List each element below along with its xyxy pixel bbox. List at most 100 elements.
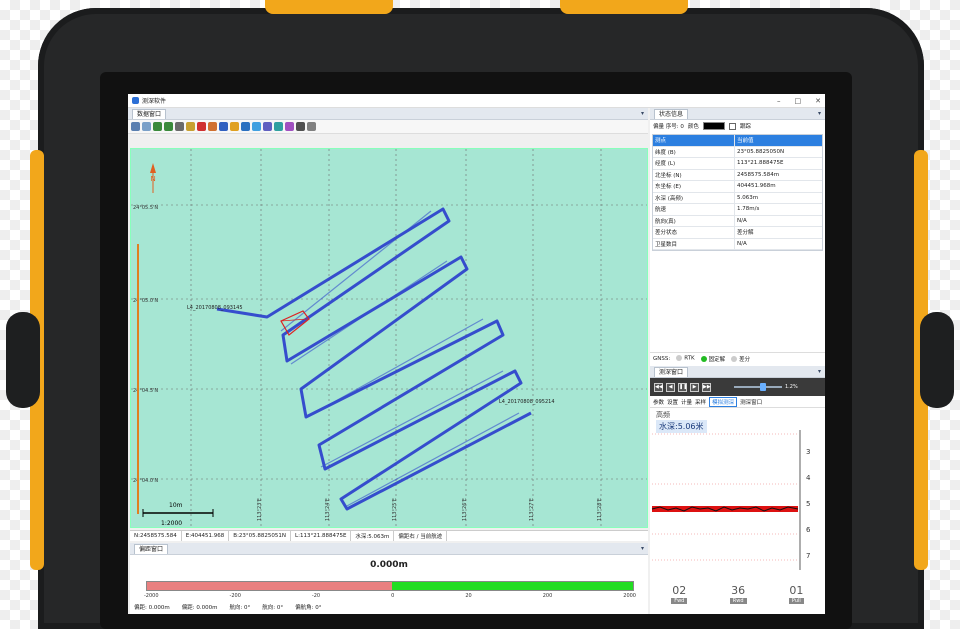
sounder-tab[interactable]: 参数 <box>653 398 664 406</box>
sounder-tab[interactable]: 采样 <box>695 398 706 406</box>
sounder-tab[interactable]: 测深窗口 <box>740 398 762 406</box>
settings-icon[interactable] <box>285 122 294 131</box>
deviation-info: 偏距: 0.000m 偏距: 0.000m 航向: 0° 航向: 0° 偏航角:… <box>134 603 322 611</box>
layer-icon[interactable] <box>230 122 239 131</box>
track-checkbox[interactable] <box>728 122 736 130</box>
row-key: 航速 <box>653 204 735 215</box>
select-tool-icon[interactable] <box>131 122 140 131</box>
zoom-in-icon[interactable] <box>153 122 162 131</box>
counter-fwd[interactable]: 02 Fwd <box>671 584 688 614</box>
table-row[interactable]: 测点 当前值 <box>653 135 822 147</box>
deviation-tick: 0 <box>391 593 395 599</box>
map-status-bar: N:2458575.584 E:404451.968 B:23°05.88250… <box>130 530 648 541</box>
echogram: 高频 水深:5.06米 3 4 5 6 7 <box>650 410 825 586</box>
deviation-ticks: -2000 -200 -20 0 20 200 2000 <box>144 593 636 599</box>
depth-axis-tick: 4 <box>806 474 811 482</box>
marker-icon[interactable] <box>197 122 206 131</box>
hand-strap-knob-right <box>920 312 954 408</box>
table-row[interactable]: 差分状态 差分解 <box>653 227 822 239</box>
depth-axis-tick: 3 <box>806 448 810 456</box>
rewind-button[interactable]: ◀◀ <box>654 382 663 392</box>
depth-axis-tick: 5 <box>806 500 810 508</box>
props-options: 偏量 序号: 0 颜色 跟踪 <box>650 120 825 132</box>
measure-icon[interactable] <box>186 122 195 131</box>
counter-value: 01 <box>789 584 804 597</box>
row-key: 东坐标 (E) <box>653 181 735 192</box>
line-icon[interactable] <box>219 122 228 131</box>
lat-label: 24°05.0'N <box>133 298 158 304</box>
tab-status-info[interactable]: 状态信息 <box>654 108 689 119</box>
lon-label: 113°25'E <box>392 498 398 521</box>
table-row[interactable]: 航速 1.78m/s <box>653 204 822 216</box>
prev-button[interactable]: ◀ <box>666 382 675 392</box>
table-row[interactable]: 经度 (L) 113°21.888475E <box>653 158 822 170</box>
forward-button[interactable]: ▶▶ <box>702 382 711 392</box>
zoom-extent-icon[interactable] <box>175 122 184 131</box>
status-north: N:2458575.584 <box>130 531 182 541</box>
row-key: 测点 <box>653 135 735 146</box>
deviation-tick: 200 <box>542 593 553 599</box>
counter-value: 36 <box>731 584 746 597</box>
window-title: 测深软件 <box>142 98 167 105</box>
route-icon[interactable] <box>252 122 261 131</box>
table-row[interactable]: 水深 (高频) 5.063m <box>653 192 822 204</box>
boat-icon[interactable] <box>263 122 272 131</box>
counter-rwd[interactable]: 36 Rwd <box>729 584 747 614</box>
tab-sounder[interactable]: 测深窗口 <box>654 366 689 377</box>
gnss-diff-label: 差分 <box>739 356 751 363</box>
point-icon[interactable] <box>208 122 217 131</box>
deviation-panel: 偏距窗口 ▾ 0.000m -2000 -200 -20 0 20 200 20… <box>130 543 648 614</box>
sounder-tab-active[interactable]: 模拟测深 <box>709 396 738 407</box>
panel-pin-icon[interactable]: ▾ <box>641 545 644 552</box>
table-row[interactable]: 卫星数目 N/A <box>653 238 822 250</box>
scale-text: 10m <box>169 502 183 509</box>
window-titlebar: 测深软件 – □ ✕ <box>128 94 825 108</box>
properties-table: 测点 当前值 纬度 (B) 23°05.8825050N 经度 (L) 113°21.… <box>652 134 823 251</box>
deviation-info-item: 偏距: 0.000m <box>181 605 218 611</box>
print-icon[interactable] <box>296 122 305 131</box>
lon-label: 113°28'E <box>597 498 603 521</box>
zoom-slider[interactable] <box>734 383 782 391</box>
deviation-info-item: 偏航角: 0° <box>295 605 322 611</box>
status-depth: 水深:5.063m <box>351 531 395 541</box>
panel-pin-icon[interactable]: ▾ <box>641 110 644 117</box>
row-value: 23°05.8825050N <box>737 148 785 155</box>
sounder-controls: ◀◀ ◀ ❚❚ ▶ ▶▶ 1.2% <box>650 378 825 396</box>
color-picker[interactable] <box>702 122 725 130</box>
chart-map[interactable]: 24°05.5'N 24°05.0'N 24°04.5'N 24°04.0'N … <box>130 148 648 528</box>
export-icon[interactable] <box>307 122 316 131</box>
status-dot-icon <box>700 356 707 362</box>
sounder-tab[interactable]: 设置 <box>667 398 678 406</box>
track-icon[interactable] <box>241 122 250 131</box>
lat-label: 24°05.5'N <box>133 205 158 211</box>
close-button[interactable]: ✕ <box>815 97 821 105</box>
status-lat: B:23°05.8825051N <box>229 531 292 541</box>
maximize-button[interactable]: □ <box>795 97 802 105</box>
panel-pin-icon[interactable]: ▾ <box>818 368 821 375</box>
gnss-label: GNSS: <box>653 355 671 362</box>
tab-data-window[interactable]: 数据窗口 <box>132 108 167 119</box>
grid-icon[interactable] <box>274 122 283 131</box>
row-key: 航向(真) <box>653 215 735 226</box>
table-row[interactable]: 东坐标 (E) 404451.968m <box>653 181 822 193</box>
table-row[interactable]: 北坐标 (N) 2458575.584m <box>653 169 822 181</box>
status-lon: L:113°21.888475E <box>291 531 352 541</box>
gnss-fixed: 固定解 <box>700 355 725 363</box>
lon-label: 113°24'E <box>325 498 331 521</box>
minimize-button[interactable]: – <box>777 97 781 105</box>
tab-deviation[interactable]: 偏距窗口 <box>134 543 169 554</box>
row-key: 水深 (高频) <box>653 192 735 203</box>
row-value: N/A <box>737 240 747 247</box>
zoom-out-icon[interactable] <box>164 122 173 131</box>
table-row[interactable]: 纬度 (B) 23°05.8825050N <box>653 146 822 158</box>
sounder-tab[interactable]: 计量 <box>681 398 692 406</box>
panel-pin-icon[interactable]: ▾ <box>818 110 821 117</box>
next-button[interactable]: ▶ <box>690 382 699 392</box>
pause-button[interactable]: ❚❚ <box>678 382 687 392</box>
pan-tool-icon[interactable] <box>142 122 151 131</box>
table-row[interactable]: 航向(真) N/A <box>653 215 822 227</box>
vessel-icon <box>280 310 310 336</box>
counter-pull[interactable]: 01 Pull <box>788 584 804 614</box>
lon-label: 113°26'E <box>462 498 468 521</box>
map-canvas[interactable]: 24°05.5'N 24°05.0'N 24°04.5'N 24°04.0'N … <box>131 149 648 528</box>
